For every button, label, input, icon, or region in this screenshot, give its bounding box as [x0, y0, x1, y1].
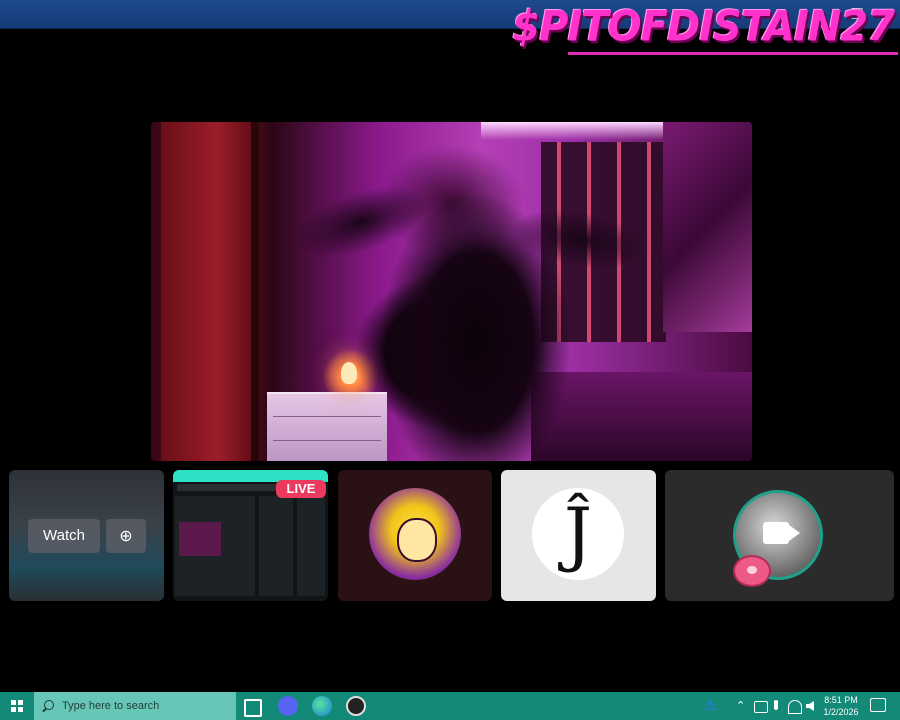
video-poster — [663, 122, 752, 332]
taskbar-search[interactable]: Type here to search — [34, 692, 236, 720]
avatar: Ĵ — [532, 488, 624, 580]
video-lamp — [341, 362, 357, 384]
live-preview-panel — [259, 496, 293, 596]
live-preview-panel — [297, 496, 325, 596]
search-placeholder: Type here to search — [62, 700, 160, 712]
dresser-drawer-line — [273, 416, 381, 417]
participant-tile-camera[interactable] — [665, 470, 894, 601]
network-icon[interactable] — [754, 701, 768, 713]
watch-button[interactable]: Watch — [28, 519, 100, 553]
video-door — [161, 122, 256, 461]
donut-avatar-decoration — [733, 555, 771, 587]
avatar — [369, 488, 461, 580]
video-person — [381, 182, 571, 461]
edge-browser-icon[interactable] — [312, 696, 332, 716]
microphone-icon[interactable] — [774, 700, 778, 710]
tray-chevron-icon[interactable]: ⌃ — [736, 692, 745, 720]
live-badge: LIVE — [276, 480, 326, 498]
avatar-face — [397, 518, 437, 562]
video-dresser — [267, 392, 387, 461]
dresser-drawer-line — [273, 440, 381, 441]
main-video-stream[interactable] — [151, 122, 752, 461]
video-camera-lens-icon — [789, 525, 800, 541]
start-button[interactable] — [0, 692, 34, 720]
warning-icon[interactable]: ⚠ — [704, 692, 717, 720]
windows-taskbar: Type here to search ⚠ ⌃ 8:51 PM 1/2/2026 — [0, 692, 900, 720]
clock-time: 8:51 PM — [824, 695, 858, 705]
wifi-icon[interactable] — [788, 700, 802, 714]
stream-tile-watch[interactable]: Watch ⊕ — [9, 470, 164, 601]
participant-tile-1[interactable] — [338, 470, 492, 601]
stream-tile-live[interactable]: LIVE — [173, 470, 328, 601]
notification-icon[interactable] — [870, 698, 886, 712]
discord-icon[interactable] — [278, 696, 298, 716]
obs-icon[interactable] — [346, 696, 366, 716]
participant-tile-2[interactable]: Ĵ — [501, 470, 656, 601]
donut-hole — [747, 566, 757, 574]
clock-date: 1/2/2026 — [823, 707, 859, 717]
video-camera-icon — [763, 522, 789, 544]
task-view-icon[interactable] — [244, 699, 262, 717]
video-door-edge — [251, 122, 259, 461]
brand-underline — [568, 52, 898, 55]
taskbar-clock[interactable]: 8:51 PM 1/2/2026 — [818, 694, 864, 718]
windows-logo-icon — [11, 700, 23, 712]
search-icon-handle — [42, 707, 47, 713]
live-preview-thumbnail — [179, 522, 221, 556]
volume-icon[interactable] — [806, 701, 814, 711]
popout-icon[interactable]: ⊕ — [106, 519, 146, 553]
brand-logo-text: $PITOFDISTAIN27 — [512, 2, 895, 52]
